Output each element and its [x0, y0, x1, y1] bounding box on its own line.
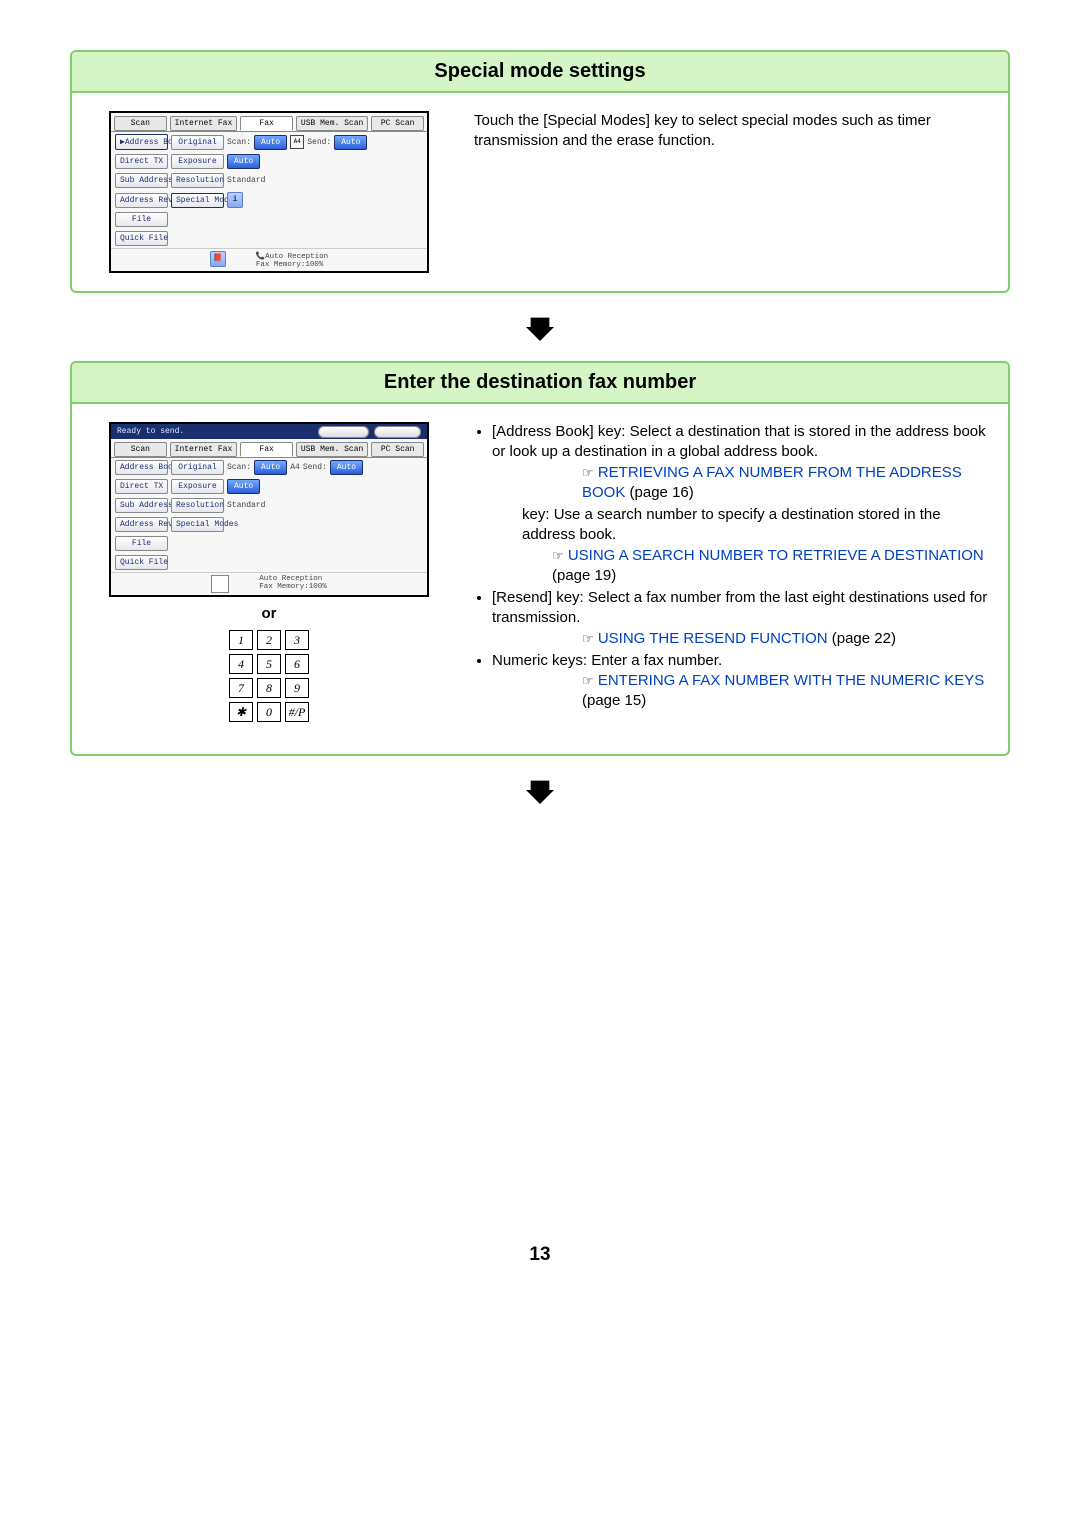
search-number-key-icon[interactable]: [211, 575, 229, 593]
key-7[interactable]: 7: [229, 678, 253, 698]
tab-internet-fax-2[interactable]: Internet Fax: [170, 442, 238, 457]
or-label: or: [262, 605, 277, 622]
page-number: 13: [70, 1244, 1010, 1266]
btn-special-modes-2[interactable]: Special Modes: [171, 517, 224, 532]
key-2[interactable]: 2: [257, 630, 281, 650]
fax-memory-label: Fax Memory:100%: [256, 261, 324, 269]
btn-direct-tx-2[interactable]: Direct TX: [115, 479, 168, 494]
addr-book-key-label: [Address Book] key:: [492, 423, 625, 440]
btn-original-2[interactable]: Original: [171, 460, 224, 475]
key-8[interactable]: 8: [257, 678, 281, 698]
link-search-number[interactable]: USING A SEARCH NUMBER TO RETRIEVE A DEST…: [568, 547, 984, 564]
section-special-modes: Special mode settings Scan Internet Fax …: [70, 50, 1010, 293]
btn-resolution-2[interactable]: Resolution: [171, 498, 224, 513]
addr-page-ref: (page 16): [630, 484, 694, 501]
key-hash[interactable]: #/P: [285, 702, 309, 722]
resend-page-ref: (page 22): [832, 630, 896, 647]
search-text: Use a search number to specify a destina…: [522, 506, 941, 543]
search-key-label: key:: [522, 506, 550, 523]
key-9[interactable]: 9: [285, 678, 309, 698]
btn-exposure[interactable]: Exposure: [171, 154, 224, 169]
section2-title: Enter the destination fax number: [72, 363, 1008, 404]
mfp-tabs-2: Scan Internet Fax Fax USB Mem. Scan PC S…: [111, 439, 427, 458]
btn-special-modes[interactable]: Special Modes: [171, 193, 224, 208]
key-4[interactable]: 4: [229, 654, 253, 674]
section1-desc: Touch the [Special Modes] key to select …: [474, 112, 931, 149]
mfp-screen-1: Scan Internet Fax Fax USB Mem. Scan PC S…: [109, 111, 429, 273]
auto-reception-label: 📞Auto Reception: [256, 253, 328, 261]
key-1[interactable]: 1: [229, 630, 253, 650]
btn-speaker[interactable]: Speaker: [318, 426, 369, 438]
mfp-tabs: Scan Internet Fax Fax USB Mem. Scan PC S…: [111, 113, 427, 132]
resolution-value: Standard: [227, 176, 265, 185]
pointer-icon: ☞: [552, 548, 564, 563]
tab-pc-scan-2[interactable]: PC Scan: [371, 442, 424, 457]
numeric-key-label: Numeric keys:: [492, 652, 587, 669]
pointer-icon: ☞: [582, 673, 594, 688]
key-6[interactable]: 6: [285, 654, 309, 674]
exposure-auto[interactable]: Auto: [227, 154, 260, 169]
btn-address-book-2[interactable]: Address Book: [115, 460, 168, 475]
scan-auto[interactable]: Auto: [254, 135, 287, 150]
label-send: Send:: [307, 138, 331, 147]
link-numeric[interactable]: ENTERING A FAX NUMBER WITH THE NUMERIC K…: [598, 672, 984, 689]
tab-fax-2[interactable]: Fax: [240, 442, 293, 457]
pointer-icon: ☞: [582, 465, 594, 480]
numeric-text: Enter a fax number.: [591, 652, 722, 669]
btn-file-2[interactable]: File: [115, 536, 168, 551]
arrow-down-1: [70, 303, 1010, 361]
mfp-screen-2: Ready to send. Speaker Resend Scan Inter…: [109, 422, 429, 597]
resend-key-label: [Resend] key:: [492, 589, 584, 606]
info-icon[interactable]: i: [227, 192, 243, 208]
btn-quick-file-2[interactable]: Quick File: [115, 555, 168, 570]
key-3[interactable]: 3: [285, 630, 309, 650]
send-auto[interactable]: Auto: [334, 135, 367, 150]
tab-scan-2[interactable]: Scan: [114, 442, 167, 457]
btn-sub-address[interactable]: Sub Address: [115, 173, 168, 188]
link-resend[interactable]: USING THE RESEND FUNCTION: [598, 630, 828, 647]
scan-size-a4: A4: [290, 135, 304, 149]
numeric-keypad: 1 2 3 4 5 6 7 8 9 ✱ 0 #/P: [229, 630, 309, 722]
pointer-icon: ☞: [582, 631, 594, 646]
btn-address-book[interactable]: ▶Address Book: [115, 134, 168, 150]
btn-address-review[interactable]: Address Review: [115, 193, 168, 208]
label-scan: Scan:: [227, 138, 251, 147]
btn-sub-address-2[interactable]: Sub Address: [115, 498, 168, 513]
mfp-ready: Ready to send.: [117, 427, 184, 436]
tab-usb-mem-scan[interactable]: USB Mem. Scan: [296, 116, 368, 131]
tab-scan[interactable]: Scan: [114, 116, 167, 131]
key-star[interactable]: ✱: [229, 702, 253, 722]
tab-internet-fax[interactable]: Internet Fax: [170, 116, 238, 131]
section-enter-fax-number: Enter the destination fax number Ready t…: [70, 361, 1010, 756]
instruction-list: [Address Book] key: Select a destination…: [474, 422, 996, 712]
btn-resolution[interactable]: Resolution: [171, 173, 224, 188]
send-auto-2[interactable]: Auto: [330, 460, 363, 475]
tab-fax[interactable]: Fax: [240, 116, 293, 131]
tab-pc-scan[interactable]: PC Scan: [371, 116, 424, 131]
btn-address-review-2[interactable]: Address Review: [115, 517, 168, 532]
btn-direct-tx[interactable]: Direct TX: [115, 154, 168, 169]
btn-resend[interactable]: Resend: [374, 426, 421, 438]
section1-title: Special mode settings: [72, 52, 1008, 93]
tab-usb-mem-scan-2[interactable]: USB Mem. Scan: [296, 442, 368, 457]
btn-exposure-2[interactable]: Exposure: [171, 479, 224, 494]
scan-auto-2[interactable]: Auto: [254, 460, 287, 475]
search-page-ref: (page 19): [552, 567, 616, 584]
btn-file[interactable]: File: [115, 212, 168, 227]
numeric-page-ref: (page 15): [582, 692, 646, 709]
btn-original[interactable]: Original: [171, 135, 224, 150]
btn-quick-file[interactable]: Quick File: [115, 231, 168, 246]
phonebook-icon[interactable]: 📕: [210, 251, 226, 267]
arrow-down-2: [70, 766, 1010, 824]
key-5[interactable]: 5: [257, 654, 281, 674]
key-0[interactable]: 0: [257, 702, 281, 722]
